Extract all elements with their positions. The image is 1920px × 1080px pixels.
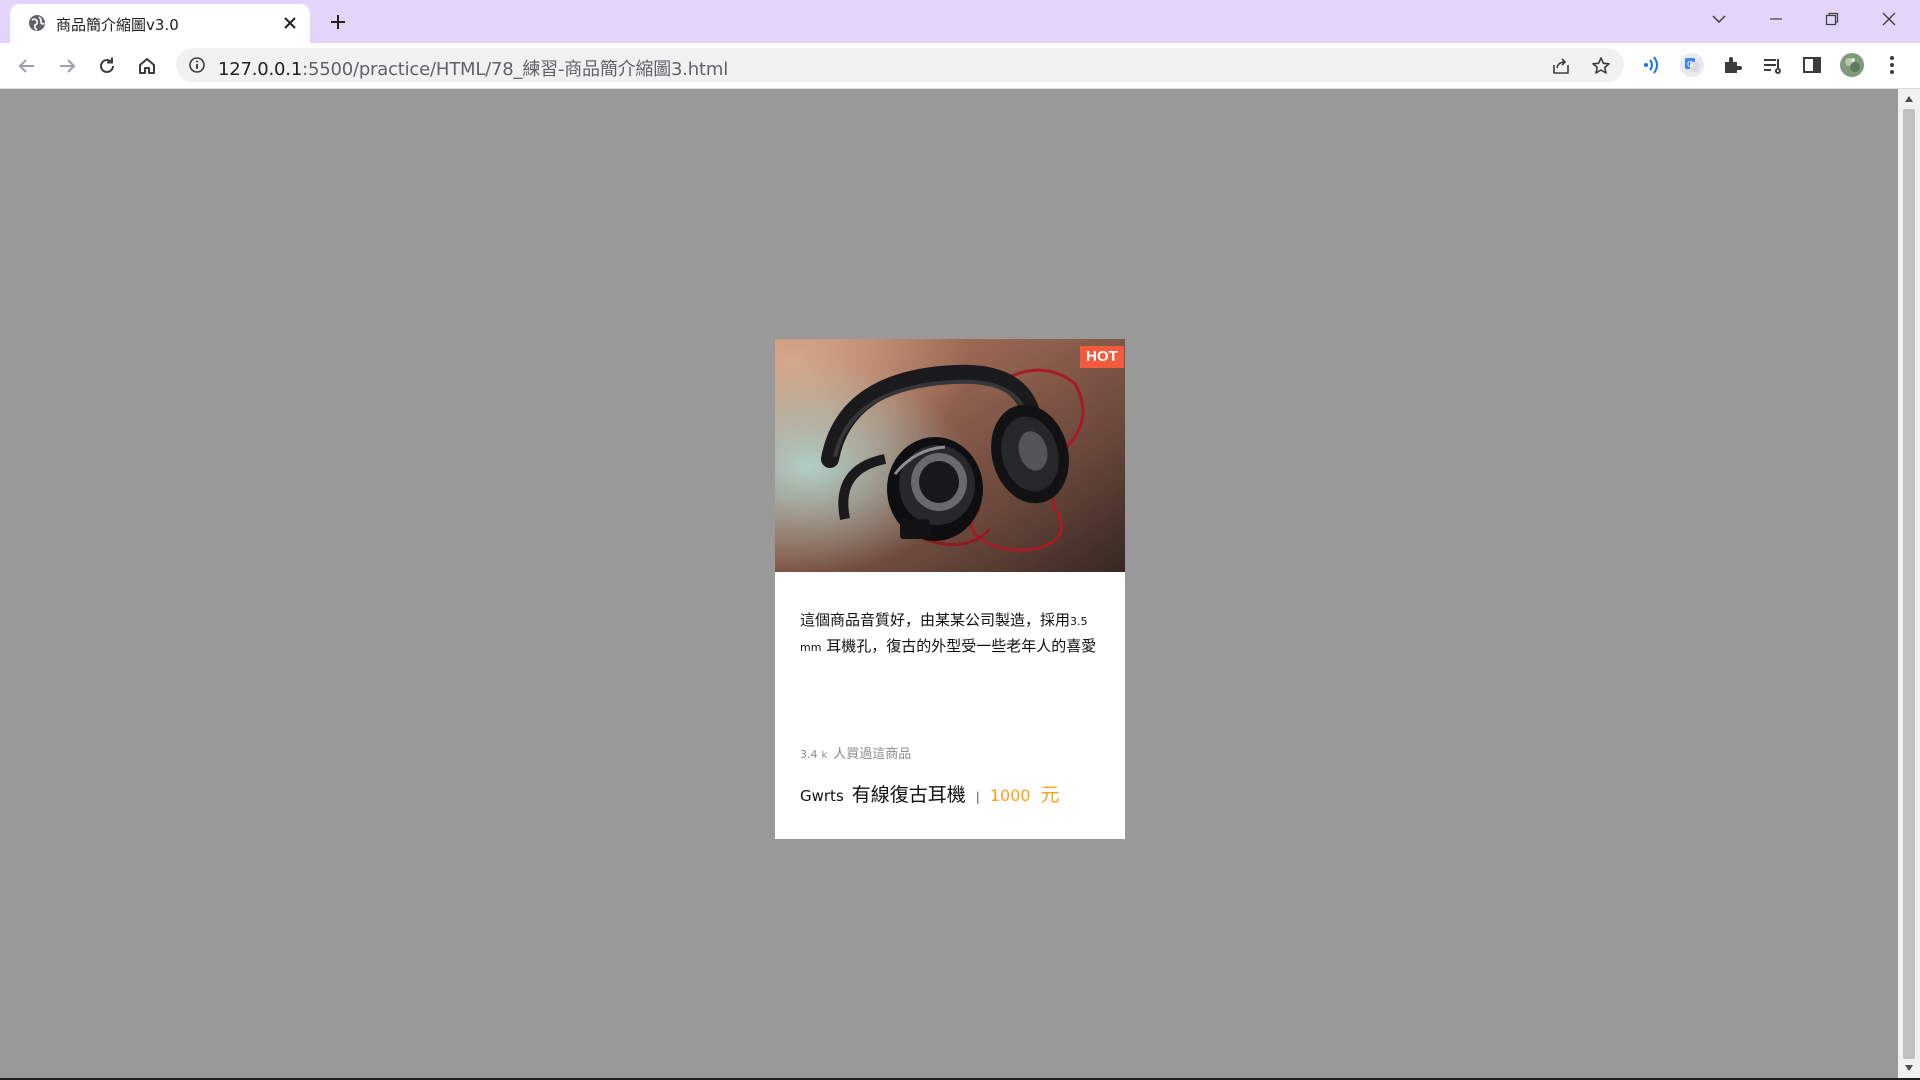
tab-title: 商品簡介縮圖v3.0	[56, 16, 179, 34]
url-path: :5500/practice/HTML/78_練習-商品簡介縮圖3.html	[302, 59, 728, 80]
tab-search-icon[interactable]	[1696, 4, 1742, 34]
forward-icon[interactable]	[53, 52, 81, 80]
product-name[interactable]: 有線復古耳機	[852, 780, 966, 807]
close-tab-icon[interactable]	[280, 13, 300, 33]
extensions-icon[interactable]	[1719, 52, 1745, 78]
globe-icon	[26, 12, 48, 34]
title-separator: |	[975, 790, 980, 804]
profile-avatar-icon[interactable]	[1839, 52, 1865, 78]
hot-badge: HOT	[1080, 346, 1124, 368]
svg-text:G: G	[1687, 60, 1693, 69]
back-icon[interactable]	[13, 52, 41, 80]
close-window-icon[interactable]	[1866, 4, 1912, 34]
home-icon[interactable]	[133, 52, 161, 80]
translate-icon[interactable]: G	[1679, 52, 1705, 78]
minimize-icon[interactable]	[1753, 4, 1799, 34]
brand-name: Gwrts	[800, 787, 844, 805]
sold-number: 3.4	[800, 748, 818, 761]
headphones-photo-icon	[775, 339, 1125, 572]
sold-text: 人買過這商品	[833, 747, 912, 762]
scroll-thumb[interactable]	[1903, 109, 1915, 1059]
hot-badge-label: HOT	[1082, 348, 1122, 366]
tab-strip: 商品簡介縮圖v3.0	[0, 0, 1920, 43]
side-panel-icon[interactable]	[1799, 52, 1825, 78]
scroll-up-icon[interactable]	[1903, 93, 1915, 105]
bookmark-star-icon[interactable]	[1591, 56, 1611, 76]
product-price: 1000	[989, 786, 1031, 805]
product-image	[775, 339, 1125, 572]
sold-count: 3.4 k 人買過這商品	[800, 743, 911, 762]
sold-unit: k	[821, 750, 828, 761]
price-currency: 元	[1040, 784, 1060, 806]
desc-unit: mm	[800, 641, 822, 654]
desc-text-1: 這個商品音質好，由某某公司製造，採用	[800, 611, 1071, 629]
desc-number: 3.5	[1070, 615, 1088, 628]
reading-list-icon[interactable]	[1759, 52, 1785, 78]
browser-window: 商品簡介縮圖v3.0 127.0.0.1:5500/practice/HTML/…	[0, 0, 1920, 1080]
url-host: 127.0.0.1	[218, 59, 303, 80]
share-icon[interactable]	[1551, 56, 1571, 76]
scroll-down-icon[interactable]	[1903, 1062, 1915, 1074]
address-bar[interactable]: 127.0.0.1:5500/practice/HTML/78_練習-商品簡介縮…	[176, 48, 1624, 82]
url-text[interactable]: 127.0.0.1:5500/practice/HTML/78_練習-商品簡介縮…	[218, 55, 728, 81]
site-info-icon[interactable]	[188, 56, 206, 74]
menu-dots-icon[interactable]	[1879, 52, 1905, 78]
desc-text-2: 耳機孔，復古的外型受一些老年人的喜愛	[826, 637, 1097, 655]
reload-icon[interactable]	[93, 52, 121, 80]
product-description: 這個商品音質好，由某某公司製造，採用3.5 mm 耳機孔，復古的外型受一些老年人…	[800, 608, 1100, 660]
vertical-scrollbar[interactable]	[1898, 89, 1920, 1078]
new-tab-button[interactable]	[325, 9, 351, 35]
tab-active[interactable]: 商品簡介縮圖v3.0	[10, 4, 310, 43]
product-card[interactable]: HOT 這個商品音質好，由某某公司製造，採用3.5 mm 耳機孔，復古的外型受一…	[775, 339, 1125, 839]
restore-icon[interactable]	[1809, 4, 1855, 34]
toolbar: 127.0.0.1:5500/practice/HTML/78_練習-商品簡介縮…	[0, 43, 1920, 89]
read-aloud-icon[interactable]	[1638, 52, 1664, 78]
product-title-row: Gwrts 有線復古耳機 | 1000 元	[800, 780, 1060, 807]
